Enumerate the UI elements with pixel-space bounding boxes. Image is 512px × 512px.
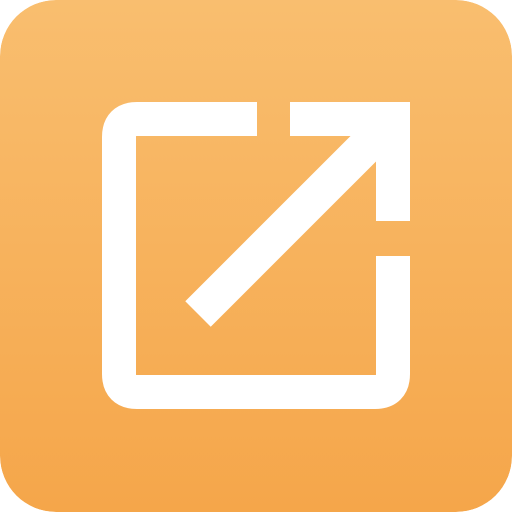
- external-link-app-icon[interactable]: [0, 0, 512, 512]
- external-link-icon: [0, 0, 512, 512]
